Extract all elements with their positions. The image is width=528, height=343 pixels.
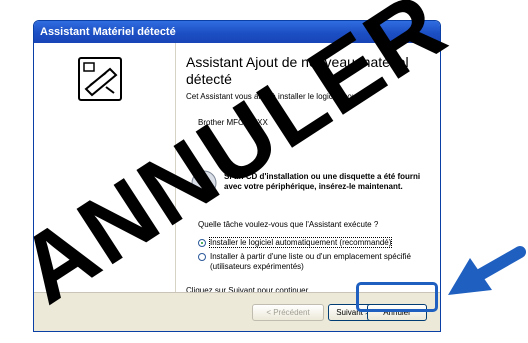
hardware-wizard-icon (78, 57, 122, 101)
option-auto-radio[interactable] (198, 239, 206, 247)
task-question: Quelle tâche voulez-vous que l'Assistant… (198, 220, 379, 229)
device-name: Brother MFC-XXXX (198, 118, 268, 127)
back-button[interactable]: < Précédent (252, 304, 324, 321)
option-auto-label[interactable]: Installer le logiciel automatiquement (r… (208, 237, 393, 248)
cancel-highlight-frame (356, 282, 438, 312)
wizard-content: Assistant Ajout de nouveau matériel déte… (176, 43, 440, 295)
cd-icon (191, 170, 217, 196)
wizard-heading: Assistant Ajout de nouveau matériel déte… (186, 54, 409, 87)
option-list-label[interactable]: Installer à partir d'une liste ou d'un e… (210, 252, 440, 272)
intro-text: Cet Assistant vous aide à installer le l… (186, 92, 364, 101)
option-list-radio[interactable] (198, 253, 206, 261)
cd-instruction: Si un CD d'installation ou une disquette… (224, 172, 421, 191)
wizard-side-panel (34, 43, 176, 292)
window-title: Assistant Matériel détecté (34, 21, 440, 43)
pointer-arrow-icon (448, 246, 526, 295)
